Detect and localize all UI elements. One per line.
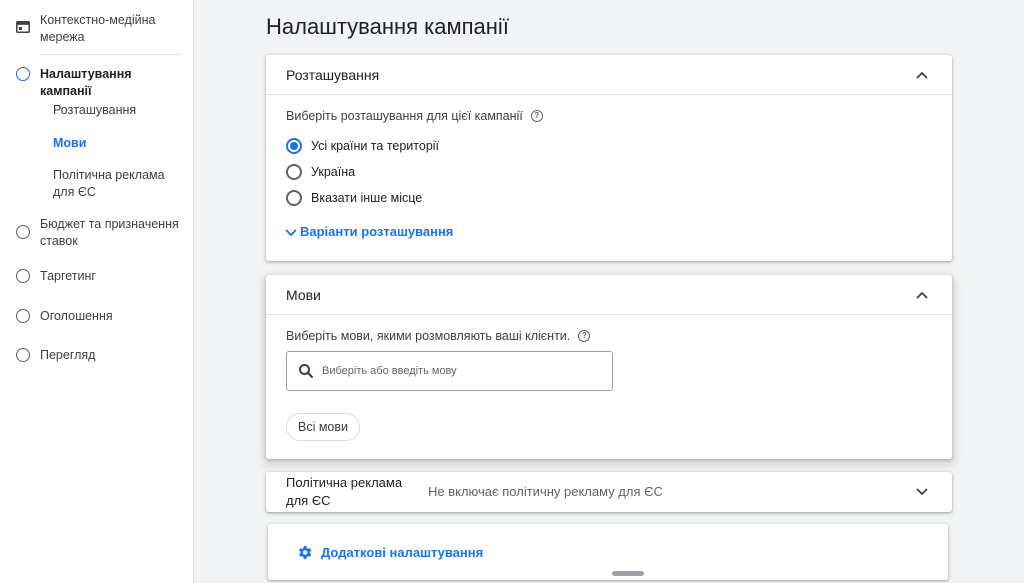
search-icon	[299, 364, 314, 379]
languages-card: Мови Виберіть мови, якими розмовляють ва…	[266, 275, 952, 459]
step-circle-icon	[16, 348, 30, 362]
step-label: Таргетинг	[40, 269, 96, 283]
languages-hint-text: Виберіть мови, якими розмовляють ваші кл…	[286, 329, 571, 343]
languages-card-header[interactable]: Мови	[266, 275, 952, 315]
help-icon[interactable]: ?	[530, 110, 543, 122]
step-label: Налаштування кампанії	[40, 67, 132, 98]
sidebar: Контекстно-медійна мережа Налаштування к…	[0, 0, 194, 583]
radio-label: Усі країни та території	[311, 139, 440, 153]
radio-button-icon[interactable]	[286, 164, 302, 180]
radio-all-countries[interactable]: Усі країни та території	[286, 138, 439, 154]
location-options-label: Варіанти розташування	[300, 224, 454, 239]
display-network-icon	[16, 21, 30, 33]
additional-settings-card: Додаткові налаштування	[268, 524, 948, 580]
eu-political-summary: Не включає політичну рекламу для ЄС	[428, 484, 663, 499]
radio-label: Україна	[311, 165, 356, 179]
step-circle-icon	[16, 269, 30, 283]
radio-ukraine[interactable]: Україна	[286, 164, 355, 180]
step-label: Оголошення	[40, 309, 113, 323]
additional-settings-link[interactable]: Додаткові налаштування	[296, 544, 483, 561]
eu-political-title: Політична реклама для ЄС	[286, 475, 403, 508]
step-circle-icon	[16, 225, 30, 239]
sidebar-top-label: Контекстно-медійна мережа	[40, 13, 156, 44]
sidebar-divider	[40, 54, 180, 55]
step-circle-icon	[16, 67, 30, 81]
help-icon[interactable]: ?	[578, 330, 591, 342]
location-hint-text: Виберіть розташування для цієї кампанії	[286, 109, 523, 123]
chevron-down-icon	[285, 228, 297, 236]
languages-hint: Виберіть мови, якими розмовляють ваші кл…	[286, 329, 591, 343]
page-title: Налаштування кампанії	[266, 14, 509, 39]
gear-icon	[299, 546, 312, 559]
substep-location[interactable]: Розташування	[53, 102, 188, 119]
step-label: Бюджет та призначення ставок	[40, 217, 179, 248]
location-card-title: Розташування	[286, 67, 380, 83]
language-search-input[interactable]	[322, 365, 592, 377]
chevron-up-icon[interactable]	[914, 67, 930, 83]
language-search-box[interactable]	[286, 351, 613, 391]
step-label: Перегляд	[40, 348, 96, 362]
location-options-link[interactable]: Варіанти розташування	[284, 224, 453, 239]
languages-card-title: Мови	[286, 287, 321, 303]
additional-settings-label: Додаткові налаштування	[321, 545, 484, 560]
location-hint: Виберіть розташування для цієї кампанії …	[286, 109, 543, 123]
radio-label: Вказати інше місце	[311, 191, 423, 205]
chevron-up-icon[interactable]	[914, 287, 930, 303]
eu-political-card[interactable]: Політична реклама для ЄС Не включає полі…	[266, 472, 952, 512]
substep-languages[interactable]: Мови	[53, 135, 188, 152]
chevron-down-icon[interactable]	[914, 484, 930, 500]
substep-eu-political[interactable]: Політична реклама для ЄС	[53, 167, 188, 201]
location-card-header[interactable]: Розташування	[266, 55, 952, 95]
scroll-handle[interactable]	[612, 571, 644, 576]
radio-button-icon[interactable]	[286, 138, 302, 154]
radio-other-location[interactable]: Вказати інше місце	[286, 190, 422, 206]
all-languages-chip[interactable]: Всі мови	[286, 413, 361, 441]
sidebar-top-item[interactable]: Контекстно-медійна мережа	[0, 0, 194, 54]
radio-button-icon[interactable]	[286, 190, 302, 206]
step-circle-icon	[16, 309, 30, 323]
location-card: Розташування Виберіть розташування для ц…	[266, 55, 952, 261]
